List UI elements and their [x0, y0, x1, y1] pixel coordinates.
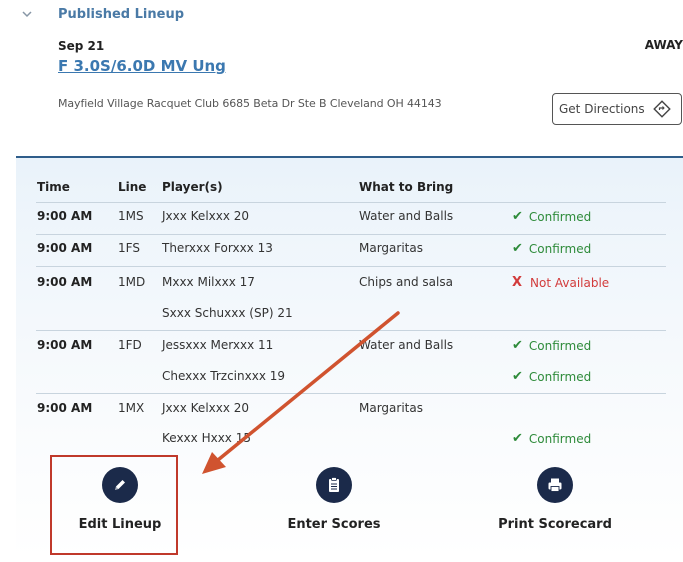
annotation-arrow	[202, 311, 400, 474]
